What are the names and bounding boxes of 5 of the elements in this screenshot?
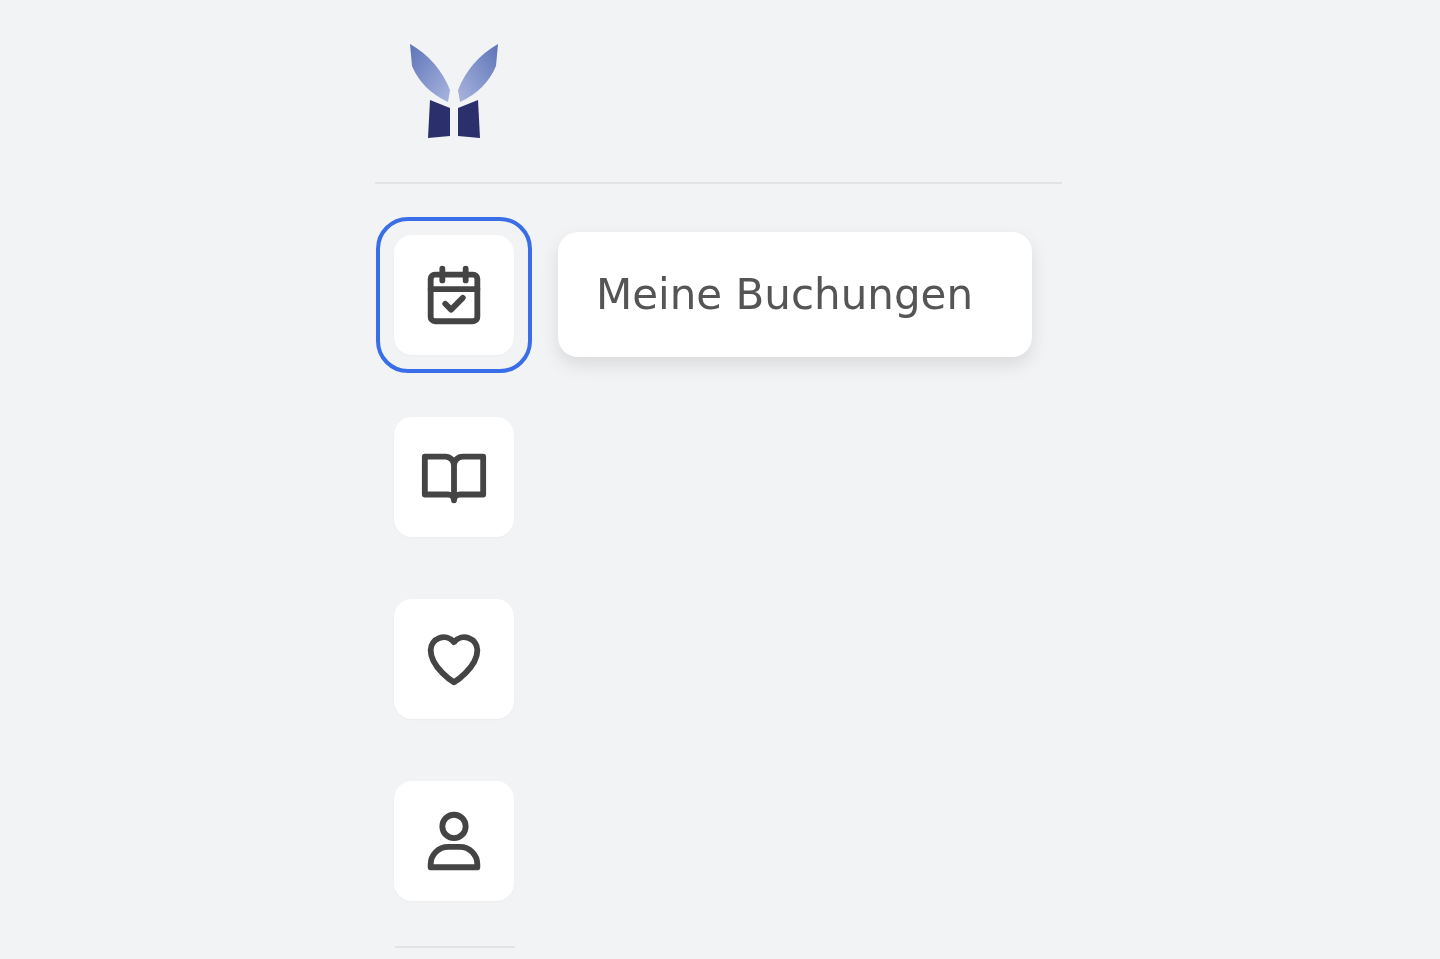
user-nav-button[interactable] — [394, 781, 514, 901]
tooltip-text: Meine Buchungen — [596, 270, 974, 319]
heart-nav-button[interactable] — [394, 599, 514, 719]
book-nav-button[interactable] — [394, 417, 514, 537]
calendar-nav-button[interactable] — [394, 235, 514, 355]
